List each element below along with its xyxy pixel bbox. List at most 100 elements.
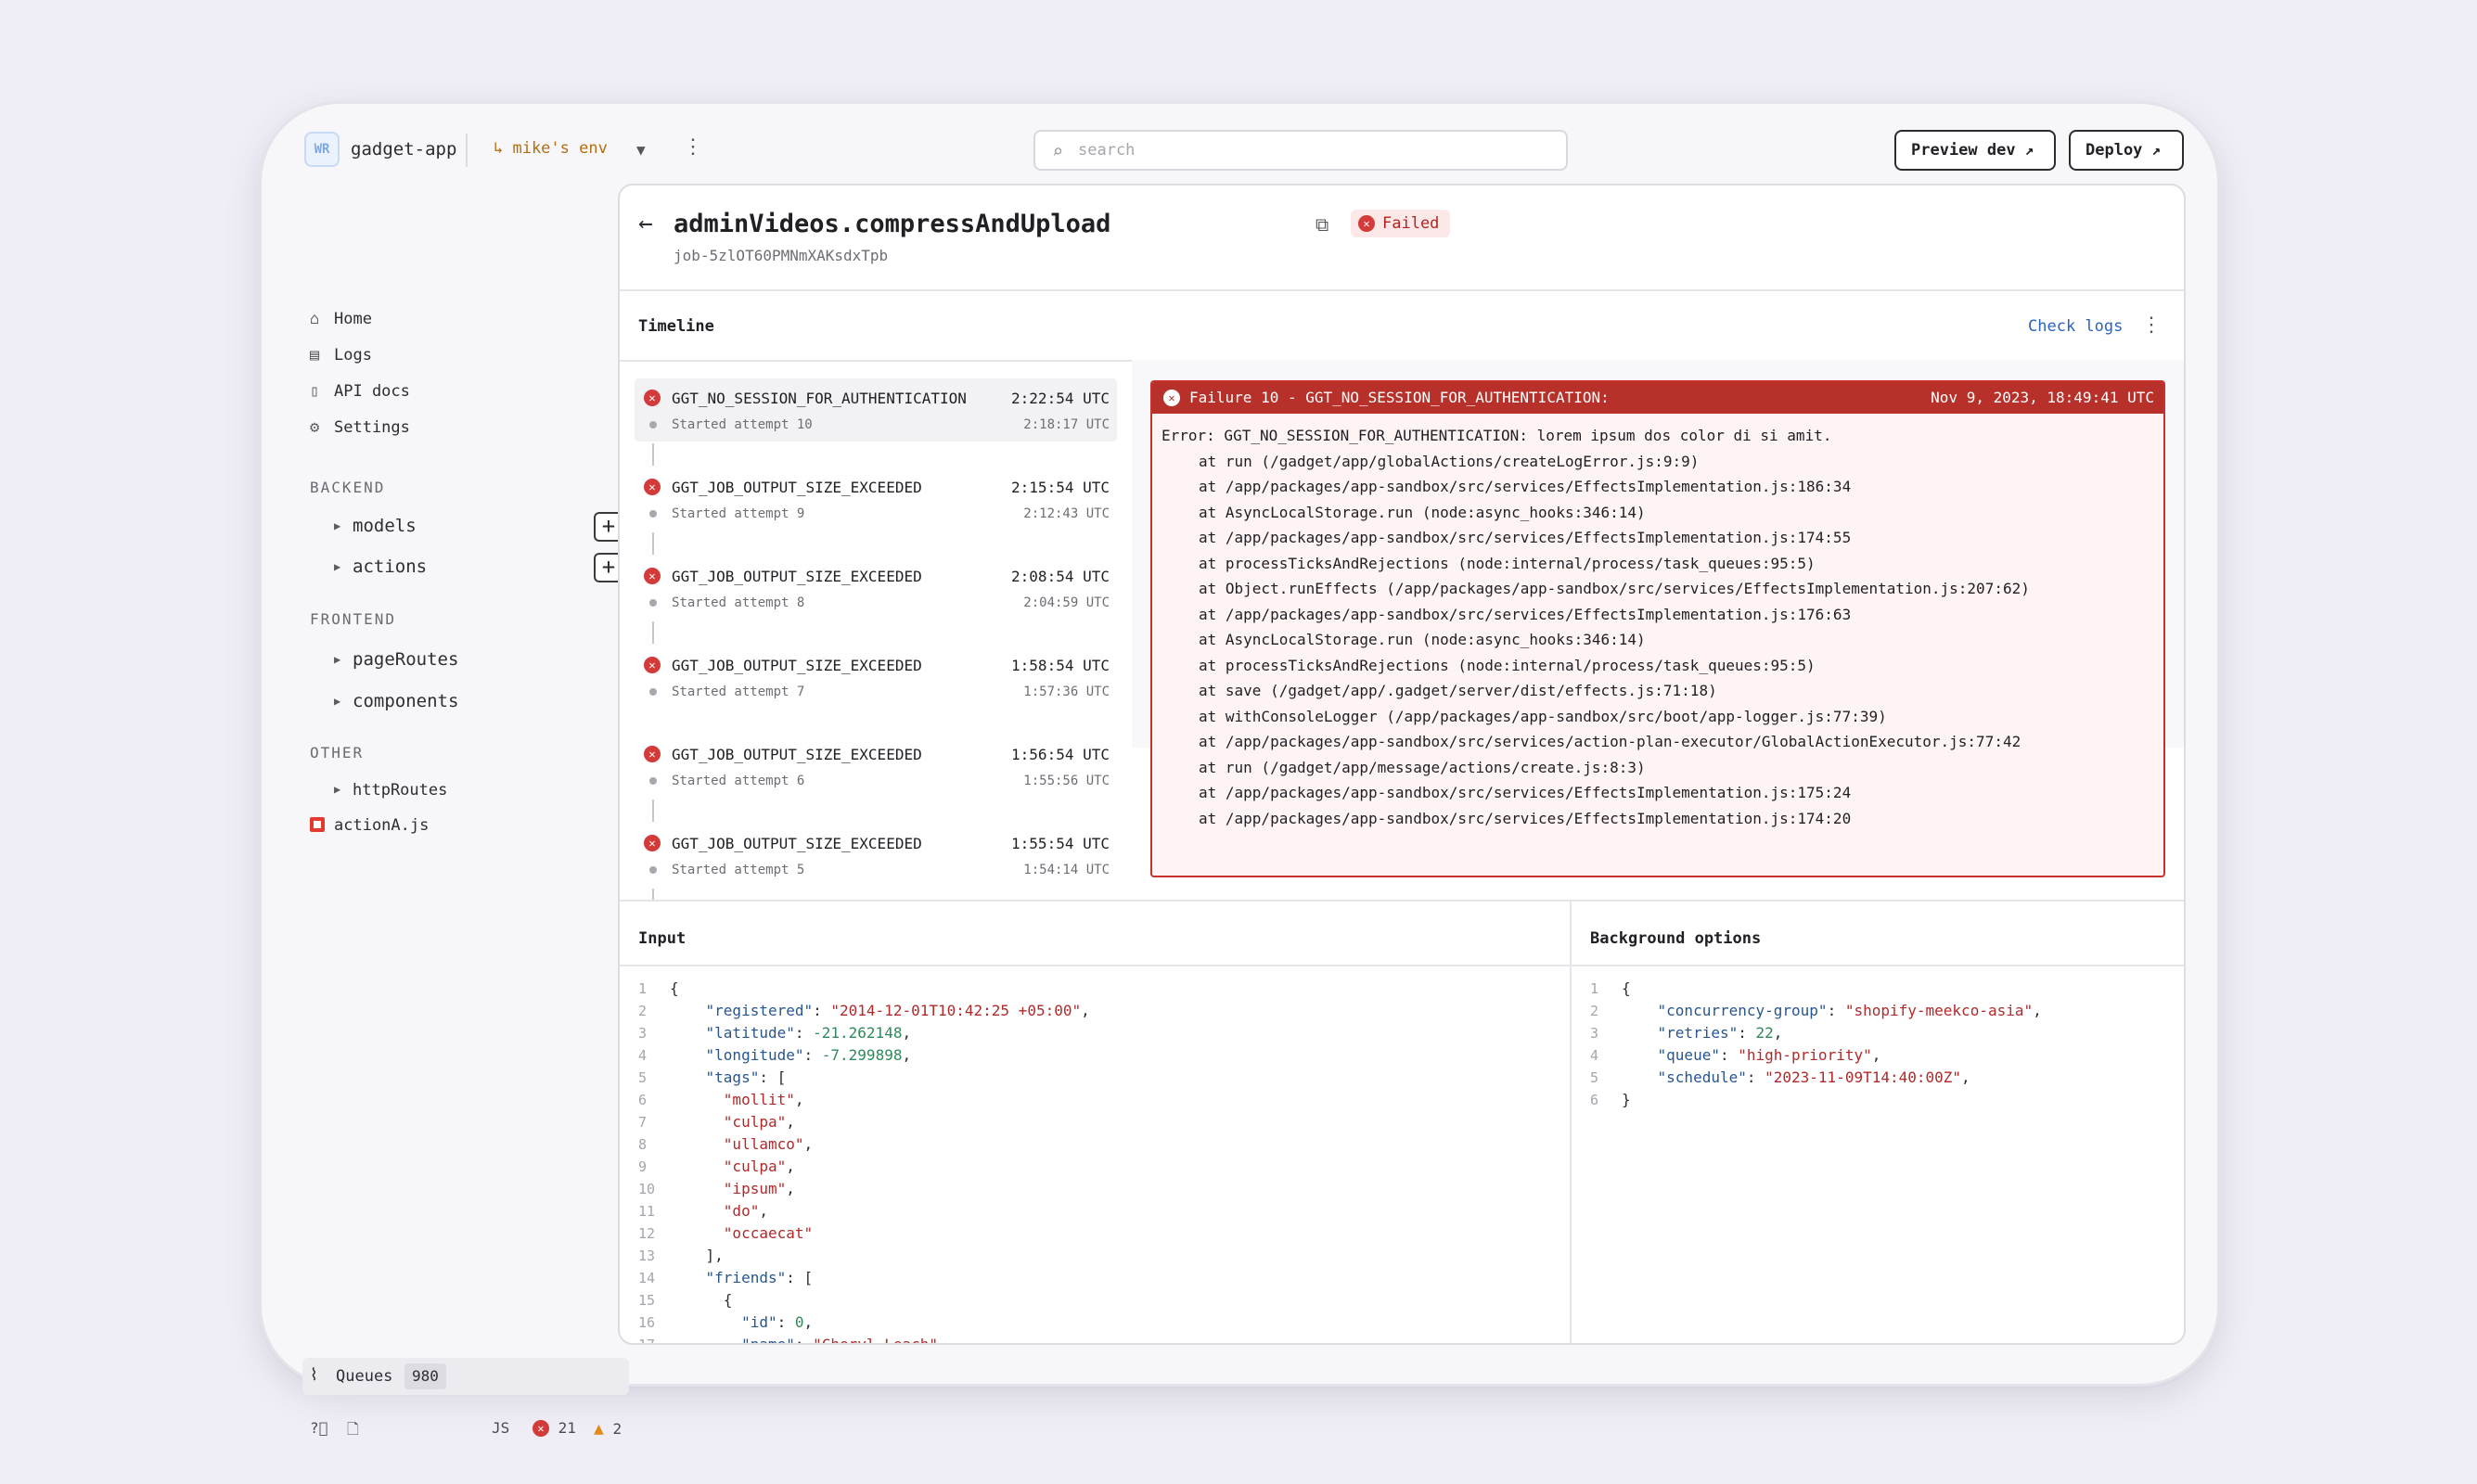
help-icon[interactable]: ?⃝: [310, 1419, 327, 1437]
deploy-button[interactable]: Deploy ↗: [2069, 130, 2184, 171]
warning-count[interactable]: ▲ 2: [594, 1419, 622, 1439]
stack-trace-line: at AsyncLocalStorage.run (node:async_hoo…: [1199, 631, 1646, 648]
sidebar-item-logs[interactable]: ▤ Logs: [310, 346, 372, 365]
line-number: 11: [638, 1203, 656, 1220]
gear-icon: ⚙: [310, 418, 320, 437]
code-token: "do": [723, 1202, 760, 1220]
terminal-icon: ▤: [310, 346, 320, 365]
timeline-dot: [649, 688, 657, 696]
sidebar-item-queues[interactable]: ⌇ Queues 980: [302, 1358, 629, 1395]
line-number: 4: [638, 1047, 648, 1064]
line-number: 3: [1590, 1025, 1599, 1042]
search-input[interactable]: [1078, 137, 1542, 163]
queues-label: Queues: [336, 1367, 393, 1386]
stack-trace-line: at /app/packages/app-sandbox/src/service…: [1199, 733, 2021, 750]
line-number: 2: [1590, 1003, 1599, 1019]
stack-trace-line: at /app/packages/app-sandbox/src/service…: [1199, 478, 1852, 495]
tree-item-actiona-js[interactable]: actionA.js: [310, 816, 429, 835]
code-token: -7.299898: [821, 1046, 903, 1064]
file-search-icon[interactable]: 🗋: [347, 1419, 359, 1444]
timeline-item-time: 1:58:54 UTC: [1011, 657, 1110, 674]
stack-trace-line: at withConsoleLogger (/app/packages/app-…: [1199, 707, 1887, 725]
tree-item-models[interactable]: ▶ models: [334, 516, 417, 536]
js-file-icon: [310, 817, 325, 832]
app-name[interactable]: gadget-app: [351, 139, 456, 160]
background-options-code-viewer[interactable]: 1{2 "concurrency-group": "shopify-meekco…: [1590, 978, 2042, 1111]
sidebar-item-home[interactable]: ⌂ Home: [310, 310, 372, 328]
timeline-item-error: GGT_JOB_OUTPUT_SIZE_EXCEEDED: [672, 746, 922, 763]
timeline-title: Timeline: [638, 317, 714, 336]
timeline-list[interactable]: ✕ GGT_NO_SESSION_FOR_AUTHENTICATION 2:22…: [635, 378, 1121, 735]
status-badge: ✕ Failed: [1351, 210, 1451, 237]
failure-date: Nov 9, 2023, 18:49:41 UTC: [1931, 389, 2154, 406]
job-detail-panel: ← adminVideos.compressAndUpload ⧉ ✕ Faile…: [618, 184, 2186, 1345]
back-arrow-icon[interactable]: ←: [638, 210, 653, 237]
code-token: ,: [1773, 1024, 1783, 1042]
page-title: adminVideos.compressAndUpload: [674, 210, 1111, 238]
input-code-viewer[interactable]: 1{2 "registered": "2014-12-01T10:42:25 +…: [638, 978, 1090, 1345]
code-line: 7 "culpa",: [638, 1111, 1090, 1133]
section-backend: BACKEND: [310, 479, 386, 496]
error-icon: ✕: [533, 1420, 549, 1437]
line-number: 17: [638, 1337, 656, 1345]
stack-trace-line: at /app/packages/app-sandbox/src/service…: [1199, 605, 1852, 623]
copy-icon[interactable]: ⧉: [1316, 213, 1328, 236]
preview-dev-button[interactable]: Preview dev ↗: [1894, 130, 2056, 171]
timeline-item[interactable]: ✕ GGT_JOB_OUTPUT_SIZE_EXCEEDED 1:55:54 U…: [635, 824, 1117, 887]
search-icon: ⌕: [1052, 140, 1064, 162]
section-other: OTHER: [310, 744, 365, 761]
code-token: :: [1738, 1024, 1756, 1042]
more-options-icon[interactable]: ⋮: [683, 135, 703, 159]
sidebar-item-settings[interactable]: ⚙ Settings: [310, 418, 410, 437]
code-token: "friends": [705, 1269, 787, 1286]
tree-item-pageroutes[interactable]: ▶ pageRoutes: [334, 649, 458, 670]
timeline-item[interactable]: ✕ GGT_JOB_OUTPUT_SIZE_EXCEEDED 2:08:54 U…: [635, 556, 1117, 620]
tree-item-httproutes[interactable]: ▶ httpRoutes: [334, 781, 447, 800]
check-logs-link[interactable]: Check logs: [2028, 317, 2123, 336]
code-token: "occaecat": [723, 1224, 814, 1242]
timeline-item[interactable]: ✕ GGT_JOB_OUTPUT_SIZE_EXCEEDED 2:15:54 U…: [635, 467, 1117, 531]
sidebar-item-api-docs[interactable]: ▯ API docs: [310, 382, 410, 401]
timeline-item-attempt: Started attempt 5: [672, 863, 805, 877]
environment-selector[interactable]: ↳ mike's env: [494, 139, 608, 158]
code-token: ,: [803, 1135, 814, 1153]
error-icon: ✕: [644, 746, 661, 762]
timeline-item-error: GGT_NO_SESSION_FOR_AUTHENTICATION: [672, 390, 967, 407]
caret-right-icon: ▶: [334, 653, 341, 666]
error-count[interactable]: ✕ 21: [533, 1419, 576, 1437]
stack-trace-line: at Object.runEffects (/app/packages/app-…: [1199, 580, 2030, 597]
preview-dev-label: Preview dev: [1911, 141, 2016, 160]
code-token: "ullamco": [723, 1135, 804, 1153]
timeline-item[interactable]: ✕ GGT_JOB_OUTPUT_SIZE_EXCEEDED 1:56:54 U…: [635, 735, 1117, 798]
stack-trace-line: at run (/gadget/app/message/actions/crea…: [1199, 758, 1646, 776]
stack-trace-line: at AsyncLocalStorage.run (node:async_hoo…: [1199, 503, 1646, 521]
timeline-item-attempt-time: 2:04:59 UTC: [1023, 595, 1110, 610]
code-token: 0: [794, 1313, 804, 1331]
line-number: 4: [1590, 1047, 1599, 1064]
code-token: ,: [786, 1180, 795, 1197]
code-token: ],: [670, 1247, 724, 1264]
code-token: :: [776, 1313, 795, 1331]
timeline-item-error: GGT_JOB_OUTPUT_SIZE_EXCEEDED: [672, 657, 922, 674]
tree-item-label: actions: [353, 556, 428, 577]
stack-trace-line: at run (/gadget/app/globalActions/create…: [1199, 452, 1700, 470]
code-token: ,: [1081, 1002, 1090, 1019]
external-link-icon: ↗: [2151, 141, 2162, 159]
timeline-item[interactable]: ✕ GGT_JOB_OUTPUT_SIZE_EXCEEDED 1:58:54 U…: [635, 646, 1117, 709]
code-token: :: [803, 1046, 822, 1064]
app-logo[interactable]: WR: [304, 132, 340, 167]
timeline-item-error: GGT_JOB_OUTPUT_SIZE_EXCEEDED: [672, 479, 922, 496]
timeline-dot: [649, 866, 657, 874]
timeline-list-continued[interactable]: ✕ GGT_JOB_OUTPUT_SIZE_EXCEEDED 1:56:54 U…: [635, 735, 1121, 902]
chevron-down-icon[interactable]: ▼: [636, 141, 646, 159]
timeline-item[interactable]: ✕ GGT_NO_SESSION_FOR_AUTHENTICATION 2:22…: [635, 378, 1117, 441]
more-options-icon[interactable]: ⋮: [2141, 313, 2162, 337]
code-line: 3 "latitude": -21.262148,: [638, 1022, 1090, 1044]
tree-item-components[interactable]: ▶ components: [334, 691, 458, 711]
tree-item-actions[interactable]: ▶ actions: [334, 556, 427, 577]
search-box[interactable]: ⌕: [1033, 130, 1568, 171]
